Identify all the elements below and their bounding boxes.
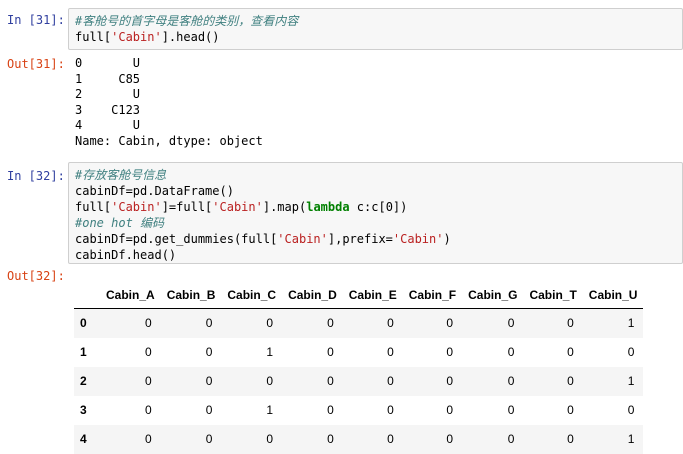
table-row: 4 0 0 0 0 0 0 0 0 1 [74, 424, 644, 454]
table-cell: 0 [567, 432, 574, 446]
code-line: full['Cabin'].head() [75, 30, 220, 44]
column-header: Cabin_D [282, 281, 343, 309]
output-line: 2 U [75, 87, 141, 101]
code-comment: #存放客舱号信息 [75, 168, 167, 182]
input-prompt-31: In [31]: [7, 13, 65, 27]
code-comment: #one hot 编码 [75, 216, 165, 230]
input-prompt-32: In [32]: [7, 169, 65, 183]
column-header: Cabin_C [221, 281, 283, 309]
table-cell: 0 [327, 432, 334, 446]
code-line: cabinDf=pd.DataFrame() [75, 184, 234, 198]
table-cell: 0 [327, 345, 334, 359]
table-cell: 0 [446, 432, 454, 446]
output-line: 0 U [75, 56, 141, 70]
table-cell: 0 [387, 432, 394, 446]
table-cell: 0 [627, 345, 635, 359]
table-cell: 0 [507, 432, 515, 446]
table-header-row: Cabin_A Cabin_B Cabin_C Cabin_D Cabin_E … [74, 281, 644, 309]
table-cell: 0 [387, 374, 394, 388]
table-cell: 0 [567, 374, 574, 388]
column-header: Cabin_B [160, 281, 222, 309]
table-cell: 0 [205, 403, 213, 417]
code-cell-32[interactable]: #存放客舱号信息 cabinDf=pd.DataFrame() full['Ca… [68, 162, 683, 264]
table-cell: 0 [145, 374, 152, 388]
table-cell: 0 [446, 403, 454, 417]
table-row: 0 0 0 0 0 0 0 0 0 1 [74, 308, 644, 338]
output-prompt-31: Out[31]: [7, 57, 65, 71]
table-row: 3 0 0 1 0 0 0 0 0 0 [74, 396, 643, 425]
table-cell: 0 [327, 374, 334, 388]
output-text-31: 0 U 1 C85 2 U 3 C123 4 U Name: Cabin, dt… [75, 56, 263, 149]
table-cell: 0 [266, 432, 274, 446]
table-cell: 0 [507, 316, 515, 331]
table-cell: 1 [266, 345, 274, 359]
table-cell: 0 [145, 432, 152, 446]
output-line: Name: Cabin, dtype: object [75, 133, 263, 148]
code-line: full['Cabin']=full['Cabin'].map(lambda c… [75, 200, 408, 214]
code-comment: #客舱号的首字母是客舱的类别，查看内容 [75, 14, 299, 28]
output-line: 4 U [75, 118, 141, 132]
code-line: cabinDf.head() [75, 248, 177, 262]
table-cell: 0 [446, 374, 454, 388]
column-header: Cabin_U [582, 281, 644, 309]
column-header: Cabin_F [402, 281, 463, 309]
table-row: 2 0 0 0 0 0 0 0 0 1 [74, 366, 644, 396]
table-cell: 0 [387, 316, 394, 331]
table-cell: 0 [507, 374, 515, 388]
table-cell: 0 [387, 403, 394, 417]
column-header [74, 281, 100, 309]
row-index: 1 [80, 345, 87, 359]
table-cell: 0 [205, 432, 213, 446]
table-cell: 0 [567, 345, 574, 359]
table-cell: 0 [145, 316, 152, 331]
output-line: 3 C123 [75, 102, 141, 117]
dataframe-table: Cabin_A Cabin_B Cabin_C Cabin_D Cabin_E … [74, 281, 644, 454]
code-cell-31[interactable]: #客舱号的首字母是客舱的类别，查看内容 full['Cabin'].head() [68, 8, 683, 50]
table-cell: 0 [567, 316, 574, 331]
table-cell: 0 [145, 345, 152, 359]
output-prompt-32: Out[32]: [7, 269, 65, 283]
table-cell: 0 [446, 316, 454, 331]
table-cell: 0 [567, 403, 574, 417]
row-index: 2 [80, 374, 87, 388]
column-header: Cabin_A [100, 281, 161, 309]
row-index: 3 [80, 403, 87, 417]
table-cell: 0 [327, 403, 334, 417]
column-header: Cabin_G [462, 281, 524, 309]
table-cell: 0 [205, 374, 213, 388]
table-cell: 0 [145, 403, 152, 417]
table-cell: 0 [507, 345, 515, 359]
table-cell: 1 [266, 403, 274, 417]
table-cell: 0 [627, 403, 635, 417]
table-cell: 0 [507, 403, 515, 417]
table-cell: 0 [205, 345, 213, 359]
row-index: 4 [80, 432, 87, 446]
column-header: Cabin_T [523, 281, 583, 309]
table-cell: 0 [446, 345, 454, 359]
table-cell: 0 [387, 345, 394, 359]
table-cell: 0 [327, 316, 334, 331]
table-cell: 0 [205, 316, 213, 331]
table-row: 1 0 0 1 0 0 0 0 0 0 [74, 338, 643, 367]
column-header: Cabin_E [342, 281, 403, 309]
output-line: 1 C85 [75, 71, 141, 86]
table-cell: 0 [266, 374, 274, 388]
table-cell: 1 [627, 316, 635, 331]
table-cell: 0 [266, 316, 274, 331]
table-cell: 1 [627, 432, 635, 446]
row-index: 0 [80, 316, 87, 331]
code-line: cabinDf=pd.get_dummies(full['Cabin'],pre… [75, 232, 451, 246]
table-cell: 1 [627, 374, 635, 388]
